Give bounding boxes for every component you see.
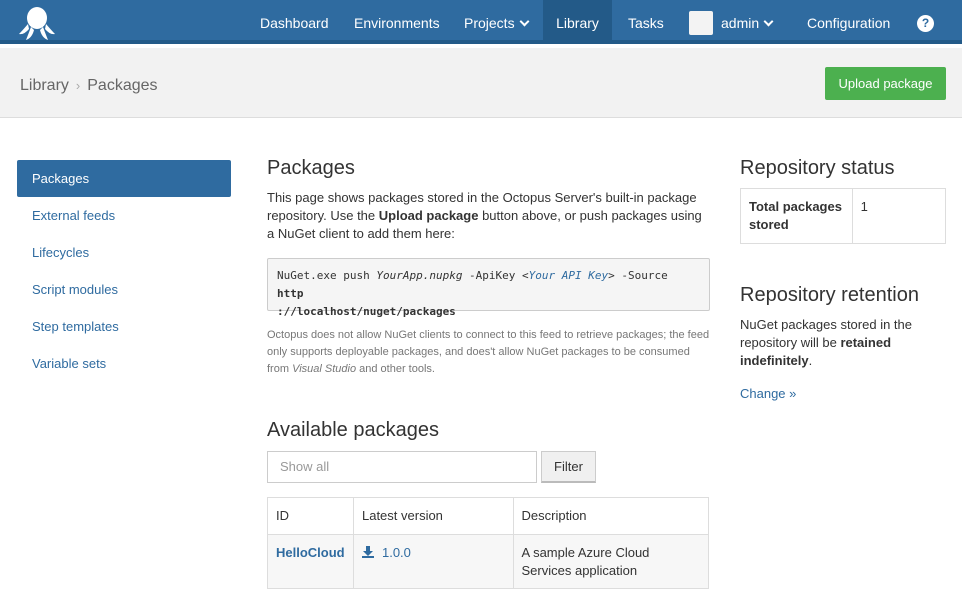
breadcrumb-packages: Packages [87, 77, 158, 94]
search-input[interactable]: Show all [267, 451, 537, 483]
sidebar-item-script-modules[interactable]: Script modules [17, 271, 231, 308]
breadcrumb: Library › Packages [20, 77, 158, 95]
breadcrumb-separator: › [75, 78, 81, 93]
table-row: Total packages stored 1 [740, 188, 947, 244]
top-nav: Dashboard Environments Projects Library … [0, 0, 962, 44]
page-title: Packages [267, 157, 355, 179]
nav-dashboard[interactable]: Dashboard [260, 0, 329, 44]
nav-tasks[interactable]: Tasks [628, 0, 664, 44]
sidebar-item-variable-sets[interactable]: Variable sets [17, 345, 231, 382]
help-icon[interactable]: ? [917, 15, 934, 32]
nav-user-menu[interactable]: admin [689, 0, 774, 44]
package-id-link[interactable]: HelloCloud [276, 545, 345, 560]
table-header-row: ID Latest version Description [267, 497, 709, 535]
nuget-push-command: NuGet.exe push YourApp.nupkg -ApiKey <Yo… [267, 258, 710, 318]
note-visual-studio: Visual Studio [292, 363, 357, 375]
nav-projects-label: Projects [464, 15, 515, 31]
filter-button[interactable]: Filter [541, 451, 596, 483]
sidebar-item-lifecycles[interactable]: Lifecycles [17, 234, 231, 271]
nav-library[interactable]: Library [543, 0, 612, 44]
chevron-down-icon [763, 16, 774, 27]
repository-retention-title: Repository retention [740, 284, 919, 306]
code-url-a: http [277, 287, 304, 300]
sidebar-item-external-feeds[interactable]: External feeds [17, 197, 231, 234]
intro-upload-bold: Upload package [378, 208, 479, 223]
code-apikey: Your API Key [528, 269, 609, 282]
total-packages-label: Total packages stored [740, 188, 853, 244]
column-header-id: ID [267, 497, 354, 535]
nav-projects[interactable]: Projects [464, 0, 530, 44]
repository-status-title: Repository status [740, 157, 895, 179]
column-header-description: Description [512, 497, 709, 535]
user-name: admin [721, 15, 760, 31]
available-packages-title: Available packages [267, 419, 439, 441]
total-packages-value: 1 [851, 188, 947, 244]
note-text-b: and other tools. [356, 363, 435, 375]
packages-table: ID Latest version Description HelloCloud… [267, 497, 709, 589]
chevron-down-icon [519, 16, 530, 27]
change-retention-link[interactable]: Change » [740, 386, 796, 401]
octopus-logo-icon[interactable] [18, 5, 56, 41]
code-url-b: ://localhost/nuget/packages [277, 305, 456, 318]
breadcrumb-library[interactable]: Library [20, 77, 69, 94]
page-header: Library › Packages Upload package [0, 48, 962, 118]
sidebar-item-step-templates[interactable]: Step templates [17, 308, 231, 345]
code-app: YourApp.nupkg [376, 269, 463, 282]
retention-text-b: . [808, 353, 813, 368]
code-source-flag: > -Source [608, 269, 668, 282]
retention-text: NuGet packages stored in the repository … [740, 316, 945, 370]
avatar [689, 11, 713, 36]
intro-text: This page shows packages stored in the O… [267, 189, 712, 243]
nav-configuration[interactable]: Configuration [807, 0, 890, 44]
sidebar-item-packages[interactable]: Packages [17, 160, 231, 197]
upload-package-button[interactable]: Upload package [825, 67, 946, 100]
code-cmd: NuGet.exe push [277, 269, 377, 282]
column-header-latest-version: Latest version [352, 497, 514, 535]
package-description: A sample Azure Cloud Services applicatio… [512, 534, 709, 589]
repository-status-table: Total packages stored 1 [740, 188, 947, 244]
nav-environments[interactable]: Environments [354, 0, 440, 44]
nuget-note: Octopus does not allow NuGet clients to … [267, 327, 712, 378]
code-apikey-flag: -ApiKey < [462, 269, 529, 282]
download-icon[interactable] [361, 546, 374, 558]
table-row: HelloCloud 1.0.0 A sample Azure Cloud Se… [267, 534, 709, 589]
package-version-link[interactable]: 1.0.0 [382, 545, 411, 560]
